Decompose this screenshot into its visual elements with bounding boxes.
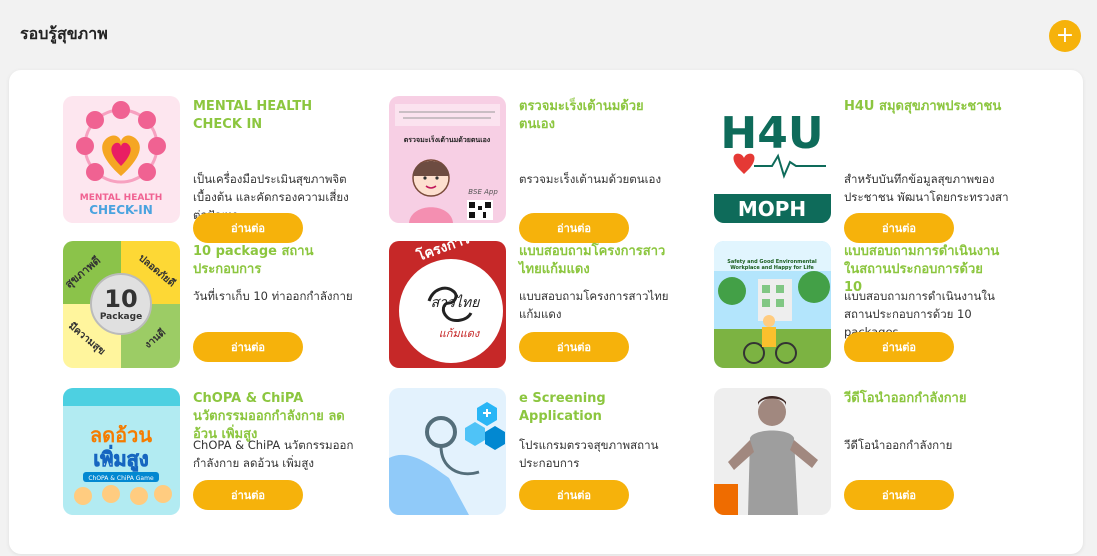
card-exercise-video: วีดีโอนำออกกำลังกาย วีดีโอนำออกกำลังกาย … bbox=[714, 388, 1034, 518]
card-thai-girl-red-cheeks: โครงการ สาวไทย แก้มแดง แบบสอบถามโครงการส… bbox=[389, 241, 709, 371]
thumb-text: MOPH bbox=[738, 197, 806, 221]
read-more-button[interactable]: อ่านต่อ bbox=[844, 213, 954, 243]
card-title[interactable]: ตรวจมะเร็งเต้านมด้วยตนเอง bbox=[519, 98, 679, 134]
card-chopa-chipa: ลดอ้วน เพิ่มสูง ChOPA & ChiPA Game ChOPA… bbox=[63, 388, 383, 518]
card-title[interactable]: H4U สมุดสุขภาพประชาชน bbox=[844, 98, 1004, 116]
card-description: ตรวจมะเร็งเต้านมด้วยตนเอง bbox=[519, 172, 662, 186]
card-mental-health: MENTAL HEALTH CHECK-IN MENTAL HEALTH CHE… bbox=[63, 96, 383, 243]
section-title: รอบรู้สุขภาพ bbox=[20, 24, 108, 43]
thumb-text: ตรวจมะเร็งเต้านมด้วยตนเอง bbox=[404, 135, 491, 144]
card-description: สำหรับบันทึกข้อมูลสุขภาพของประชาชน พัฒนา… bbox=[844, 172, 1009, 204]
card-title[interactable]: 10 package สถานประกอบการ bbox=[193, 243, 353, 279]
thumbnail-exercise-video[interactable] bbox=[714, 388, 831, 515]
read-more-button[interactable]: อ่านต่อ bbox=[193, 213, 303, 243]
read-more-button[interactable]: อ่านต่อ bbox=[193, 480, 303, 510]
read-more-button[interactable]: อ่านต่อ bbox=[193, 332, 303, 362]
card-title[interactable]: แบบสอบถามโครงการสาวไทยแก้มแดง bbox=[519, 243, 679, 279]
add-button[interactable]: + bbox=[1049, 20, 1081, 52]
thumbnail-e-screening[interactable] bbox=[389, 388, 506, 515]
thumb-text: BSE App bbox=[468, 188, 498, 196]
card-description: วีดีโอนำออกกำลังกาย bbox=[844, 438, 953, 452]
plus-icon: + bbox=[1055, 23, 1075, 48]
read-more-button[interactable]: อ่านต่อ bbox=[519, 213, 629, 243]
thumb-text: เพิ่มสูง bbox=[93, 444, 148, 473]
thumb-text: 10 bbox=[104, 285, 137, 313]
card-description: แบบสอบถามโครงการสาวไทยแก้มแดง bbox=[519, 289, 669, 321]
top-strip bbox=[0, 0, 1097, 10]
thumb-text: Package bbox=[100, 312, 142, 322]
thumb-text: Workplace and Happy for Life bbox=[730, 265, 814, 271]
card-panel: MENTAL HEALTH CHECK-IN MENTAL HEALTH CHE… bbox=[9, 70, 1083, 554]
card-e-screening: e Screening Application โปรแกรมตรวจสุขภา… bbox=[389, 388, 709, 518]
card-description: ChOPA & ChiPA นวัตกรรมออกกำลังกาย ลดอ้วน… bbox=[193, 438, 354, 470]
card-title[interactable]: วีดีโอนำออกกำลังกาย bbox=[844, 390, 1004, 408]
card-title[interactable]: MENTAL HEALTH CHECK IN bbox=[193, 98, 353, 134]
thumbnail-chopa-chipa[interactable]: ลดอ้วน เพิ่มสูง ChOPA & ChiPA Game bbox=[63, 388, 180, 515]
read-more-button[interactable]: อ่านต่อ bbox=[519, 332, 629, 362]
read-more-button[interactable]: อ่านต่อ bbox=[844, 480, 954, 510]
read-more-button[interactable]: อ่านต่อ bbox=[519, 480, 629, 510]
thumb-text: ChOPA & ChiPA Game bbox=[88, 475, 154, 482]
thumb-text: ลดอ้วน bbox=[90, 423, 152, 447]
card-h4u: H4U MOPH H4U สมุดสุขภาพประชาชน สำหรับบัน… bbox=[714, 96, 1034, 243]
thumb-text: แก้มแดง bbox=[439, 327, 481, 340]
card-breast-self-exam: ตรวจมะเร็งเต้านมด้วยตนเอง BSE App ตรวจมะ… bbox=[389, 96, 709, 243]
card-title[interactable]: e Screening Application bbox=[519, 390, 679, 426]
thumb-text: สาวไทย bbox=[431, 294, 481, 311]
thumbnail-10-packages-survey[interactable]: Safety and Good Environmental Workplace … bbox=[714, 241, 831, 368]
thumbnail-10-package[interactable]: สุขภาพดี ปลอดภัยดี 10 Package มีความสุข … bbox=[63, 241, 180, 368]
card-description: วันที่เราเก็บ 10 ท่าออกกำลังกาย bbox=[193, 289, 353, 303]
thumb-text: H4U bbox=[720, 108, 823, 159]
card-10-packages-survey: Safety and Good Environmental Workplace … bbox=[714, 241, 1034, 371]
thumbnail-breast-self-exam[interactable]: ตรวจมะเร็งเต้านมด้วยตนเอง BSE App bbox=[389, 96, 506, 223]
thumbnail-thai-girl-red-cheeks[interactable]: โครงการ สาวไทย แก้มแดง bbox=[389, 241, 506, 368]
thumb-text: CHECK-IN bbox=[89, 203, 153, 217]
read-more-button[interactable]: อ่านต่อ bbox=[844, 332, 954, 362]
thumbnail-h4u[interactable]: H4U MOPH bbox=[714, 96, 831, 223]
card-10-package: สุขภาพดี ปลอดภัยดี 10 Package มีความสุข … bbox=[63, 241, 383, 371]
thumb-text: MENTAL HEALTH bbox=[80, 193, 162, 203]
thumbnail-mental-health[interactable]: MENTAL HEALTH CHECK-IN bbox=[63, 96, 180, 223]
card-description: โปรแกรมตรวจสุขภาพสถานประกอบการ bbox=[519, 438, 659, 470]
